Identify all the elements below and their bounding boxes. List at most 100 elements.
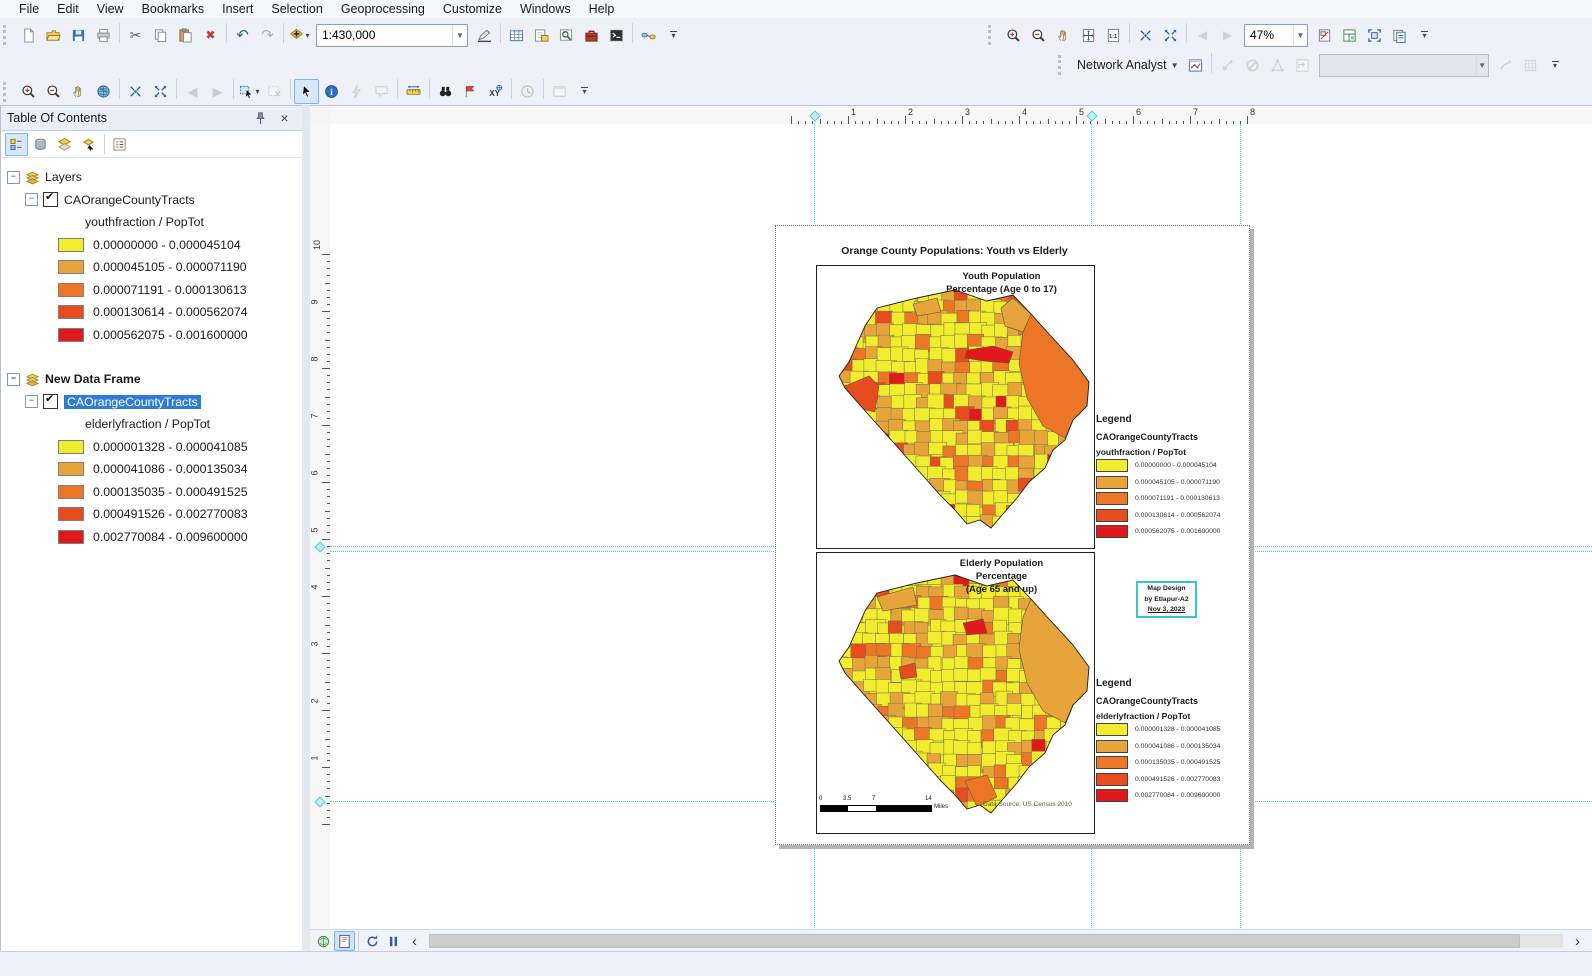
pan-button[interactable] [1051, 23, 1076, 48]
menu-insert[interactable]: Insert [213, 2, 262, 16]
menu-geoprocessing[interactable]: Geoprocessing [332, 2, 434, 16]
scroll-right-button[interactable]: › [1567, 931, 1588, 951]
collapse-icon[interactable]: − [7, 171, 20, 184]
legend-class-row[interactable]: 0.000041086 - 0.000135034 [1, 458, 303, 481]
identify-button[interactable]: i [319, 79, 344, 104]
data-frame-youth[interactable]: Youth Population Percentage (Age 0 to 17… [816, 265, 1095, 549]
menu-windows[interactable]: Windows [511, 2, 580, 16]
overflow-button[interactable]: ▾ [1543, 53, 1568, 78]
measure-button[interactable] [401, 79, 426, 104]
zoom-100-button[interactable]: 1:1 [1101, 23, 1126, 48]
delete-button[interactable]: ✖ [198, 23, 223, 48]
arctoolbox-button[interactable] [579, 23, 604, 48]
paste-button[interactable] [173, 23, 198, 48]
select-features-button[interactable]: ▾ [237, 79, 262, 104]
find-route-button[interactable] [458, 79, 483, 104]
layout-canvas[interactable]: Orange County Populations: Youth vs Elde… [330, 124, 1592, 930]
print-button[interactable] [91, 23, 116, 48]
copy-button[interactable] [148, 23, 173, 48]
toc-options-button[interactable] [108, 133, 131, 156]
catalog-window-button[interactable] [529, 23, 554, 48]
select-elements-button[interactable] [294, 79, 319, 104]
layer-checkbox[interactable] [43, 192, 58, 207]
legend-youth[interactable]: Legend CAOrangeCountyTracts youthfractio… [1096, 414, 1248, 540]
menu-file[interactable]: File [10, 2, 48, 16]
menu-selection[interactable]: Selection [262, 2, 331, 16]
find-button[interactable] [433, 79, 458, 104]
collapse-icon[interactable]: − [25, 395, 38, 408]
legend-class-row[interactable]: 0.000491526 - 0.002770083 [1, 503, 303, 526]
panel-splitter[interactable] [302, 105, 310, 952]
undo-button[interactable]: ↶ [230, 23, 255, 48]
zoom-whole-page-button[interactable] [1076, 23, 1101, 48]
toolbar-grip[interactable] [3, 82, 11, 102]
map-title-elderly[interactable]: Elderly Population Percentage (Age 65 an… [909, 558, 1094, 596]
search-window-button[interactable] [554, 23, 579, 48]
layout-zoom-input[interactable] [1245, 28, 1293, 42]
legend-elderly[interactable]: Legend CAOrangeCountyTracts elderlyfract… [1096, 678, 1248, 804]
layer-item-selected[interactable]: − CAOrangeCountyTracts [1, 391, 303, 414]
scroll-left-button[interactable]: ‹ [404, 931, 425, 951]
map-design-textbox[interactable]: Map Design by Etlapur-A2 Nov 3, 2023 [1136, 581, 1197, 618]
toolbar-grip[interactable] [1058, 55, 1066, 75]
menu-customize[interactable]: Customize [434, 2, 511, 16]
modelbuilder-button[interactable] [636, 23, 661, 48]
zoom-out-button[interactable] [1026, 23, 1051, 48]
overflow-button[interactable]: ▾ [1412, 23, 1437, 48]
legend-class-row[interactable]: 0.000130614 - 0.000562074 [1, 301, 303, 324]
toolbar-grip[interactable] [988, 25, 996, 45]
add-data-button[interactable]: ▾ [287, 23, 312, 48]
attribute-table-button[interactable] [504, 23, 529, 48]
layer-item[interactable]: − CAOrangeCountyTracts [1, 189, 303, 212]
choropleth-map-youth[interactable] [817, 266, 1094, 548]
collapse-icon[interactable]: − [25, 193, 38, 206]
toc-title-bar[interactable]: Table Of Contents × [1, 106, 303, 131]
refresh-button[interactable] [362, 931, 383, 951]
pan-button[interactable] [66, 79, 91, 104]
legend-class-row[interactable]: 0.000001328 - 0.000041085 [1, 436, 303, 459]
save-button[interactable] [66, 23, 91, 48]
guide-marker[interactable] [1086, 110, 1097, 121]
layout-view-button[interactable] [334, 931, 355, 951]
data-frame-elderly[interactable]: Elderly Population Percentage (Age 65 an… [816, 552, 1095, 834]
horizontal-scrollbar[interactable] [429, 934, 1563, 948]
data-driven-pages-button[interactable] [1387, 23, 1412, 48]
data-frame-layers[interactable]: − Layers [1, 166, 303, 189]
guide-marker[interactable] [314, 796, 325, 807]
open-folder-button[interactable] [41, 23, 66, 48]
scale-bar[interactable]: 0 3.5 7 14 Miles [820, 796, 970, 816]
pin-icon[interactable] [249, 107, 272, 130]
zoom-out-button[interactable] [41, 79, 66, 104]
scrollbar-thumb[interactable] [429, 934, 1520, 948]
layout-page[interactable]: Orange County Populations: Youth vs Elde… [775, 225, 1250, 845]
editor-button[interactable] [472, 23, 497, 48]
cut-button[interactable]: ✂ [123, 23, 148, 48]
toolbar-grip[interactable] [3, 25, 11, 45]
map-document-title[interactable]: Orange County Populations: Youth vs Elde… [816, 245, 1093, 257]
legend-class-row[interactable]: 0.000562075 - 0.001600000 [1, 324, 303, 347]
layout-zoom-combo[interactable]: ▼ [1244, 24, 1308, 47]
close-icon[interactable]: × [273, 107, 296, 130]
chevron-down-icon[interactable]: ▼ [1293, 25, 1307, 46]
list-by-source-button[interactable] [29, 133, 52, 156]
network-analyst-menu[interactable]: Network Analyst [1071, 58, 1171, 72]
zoom-in-button[interactable] [16, 79, 41, 104]
legend-class-row[interactable]: 0.000071191 - 0.000130613 [1, 279, 303, 302]
zoom-in-button[interactable] [1001, 23, 1026, 48]
chevron-down-icon[interactable]: ▼ [452, 25, 467, 46]
zoom-fixed-in-button[interactable] [1133, 23, 1158, 48]
map-scale-input[interactable] [317, 28, 452, 42]
layer-checkbox[interactable] [43, 394, 58, 409]
zoom-fixed-out-button[interactable] [1158, 23, 1183, 48]
legend-class-row[interactable]: 0.000045105 - 0.000071190 [1, 256, 303, 279]
network-analyst-window-button[interactable] [1183, 53, 1208, 78]
map-scale-combo[interactable]: ▼ [316, 24, 468, 47]
python-window-button[interactable] [604, 23, 629, 48]
map-title-youth[interactable]: Youth Population Percentage (Age 0 to 17… [909, 271, 1094, 297]
new-document-button[interactable] [16, 23, 41, 48]
overflow-button[interactable]: ▾ [661, 23, 686, 48]
data-source-text[interactable]: Data Source: US Census 2010 [983, 801, 1072, 808]
go-to-xy-button[interactable]: XY [483, 79, 508, 104]
list-by-selection-button[interactable] [77, 133, 100, 156]
overflow-button[interactable]: ▾ [572, 79, 597, 104]
